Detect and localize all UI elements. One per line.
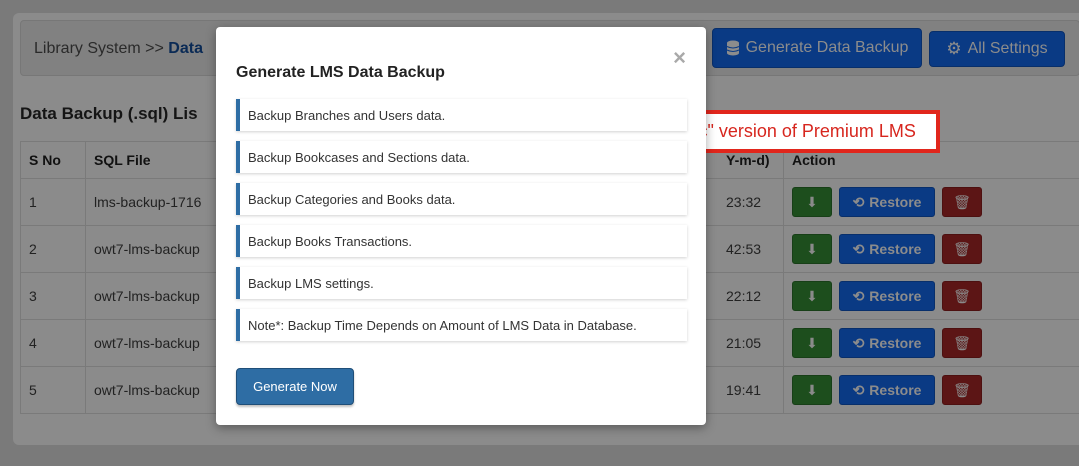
history-icon: ⟲ bbox=[852, 287, 865, 304]
trash-icon: 🗑 bbox=[953, 240, 971, 257]
header-sno: S No bbox=[20, 141, 86, 179]
trash-icon: 🗑 bbox=[953, 381, 971, 398]
download-icon: ⬇ bbox=[806, 334, 818, 351]
row-sno: 3 bbox=[20, 272, 86, 320]
restore-button[interactable]: ⟲ Restore bbox=[839, 187, 935, 217]
close-icon[interactable]: × bbox=[673, 45, 686, 71]
download-button[interactable]: ⬇ bbox=[792, 234, 832, 264]
trash-icon: 🗑 bbox=[953, 193, 971, 210]
history-icon: ⟲ bbox=[852, 193, 865, 210]
restore-label: Restore bbox=[869, 288, 922, 304]
restore-button[interactable]: ⟲ Restore bbox=[839, 234, 935, 264]
row-sno: 1 bbox=[20, 178, 86, 226]
delete-button[interactable]: 🗑 bbox=[942, 234, 982, 264]
backup-list-title: Data Backup (.sql) Lis bbox=[20, 104, 198, 123]
row-sno: 4 bbox=[20, 319, 86, 367]
trash-icon: 🗑 bbox=[953, 287, 971, 304]
modal-title: Generate LMS Data Backup bbox=[236, 64, 445, 81]
download-button[interactable]: ⬇ bbox=[792, 375, 832, 405]
restore-button[interactable]: ⟲ Restore bbox=[839, 375, 935, 405]
download-icon: ⬇ bbox=[806, 193, 818, 210]
row-actions: ⬇ ⟲ Restore 🗑 bbox=[783, 225, 1079, 273]
all-settings-label: All Settings bbox=[967, 40, 1048, 57]
breadcrumb-root: Library System >> bbox=[34, 40, 164, 57]
download-button[interactable]: ⬇ bbox=[792, 328, 832, 358]
info-item-bookcases: Backup Bookcases and Sections data. bbox=[236, 141, 687, 173]
restore-label: Restore bbox=[869, 194, 922, 210]
backup-modal: × Generate LMS Data Backup Backup Branch… bbox=[216, 27, 706, 425]
download-button[interactable]: ⬇ bbox=[792, 187, 832, 217]
download-icon: ⬇ bbox=[806, 240, 818, 257]
restore-label: Restore bbox=[869, 382, 922, 398]
delete-button[interactable]: 🗑 bbox=[942, 328, 982, 358]
history-icon: ⟲ bbox=[852, 240, 865, 257]
restore-label: Restore bbox=[869, 335, 922, 351]
download-icon: ⬇ bbox=[806, 287, 818, 304]
history-icon: ⟲ bbox=[852, 381, 865, 398]
info-item-note: Note*: Backup Time Depends on Amount of … bbox=[236, 309, 687, 341]
generate-now-button[interactable]: Generate Now bbox=[236, 368, 354, 405]
generate-data-backup-button[interactable]: Generate Data Backup bbox=[712, 28, 922, 68]
row-actions: ⬇ ⟲ Restore 🗑 bbox=[783, 366, 1079, 414]
breadcrumb: Library System >> Data bbox=[34, 40, 203, 58]
info-item-branches: Backup Branches and Users data. bbox=[236, 99, 687, 131]
row-sno: 5 bbox=[20, 366, 86, 414]
restore-button[interactable]: ⟲ Restore bbox=[839, 328, 935, 358]
breadcrumb-current[interactable]: Data bbox=[168, 40, 203, 57]
download-button[interactable]: ⬇ bbox=[792, 281, 832, 311]
row-sno: 2 bbox=[20, 225, 86, 273]
info-item-transactions: Backup Books Transactions. bbox=[236, 225, 687, 257]
trash-icon: 🗑 bbox=[953, 334, 971, 351]
delete-button[interactable]: 🗑 bbox=[942, 187, 982, 217]
gear-icon: ⚙ bbox=[946, 39, 962, 58]
all-settings-button[interactable]: ⚙ All Settings bbox=[929, 31, 1065, 67]
database-icon bbox=[726, 40, 739, 56]
restore-button[interactable]: ⟲ Restore bbox=[839, 281, 935, 311]
info-item-settings: Backup LMS settings. bbox=[236, 267, 687, 299]
row-actions: ⬇ ⟲ Restore 🗑 bbox=[783, 272, 1079, 320]
delete-button[interactable]: 🗑 bbox=[942, 375, 982, 405]
download-icon: ⬇ bbox=[806, 381, 818, 398]
row-actions: ⬇ ⟲ Restore 🗑 bbox=[783, 319, 1079, 367]
info-item-categories: Backup Categories and Books data. bbox=[236, 183, 687, 215]
generate-data-backup-label: Generate Data Backup bbox=[745, 39, 909, 56]
row-actions: ⬇ ⟲ Restore 🗑 bbox=[783, 178, 1079, 226]
restore-label: Restore bbox=[869, 241, 922, 257]
history-icon: ⟲ bbox=[852, 334, 865, 351]
delete-button[interactable]: 🗑 bbox=[942, 281, 982, 311]
